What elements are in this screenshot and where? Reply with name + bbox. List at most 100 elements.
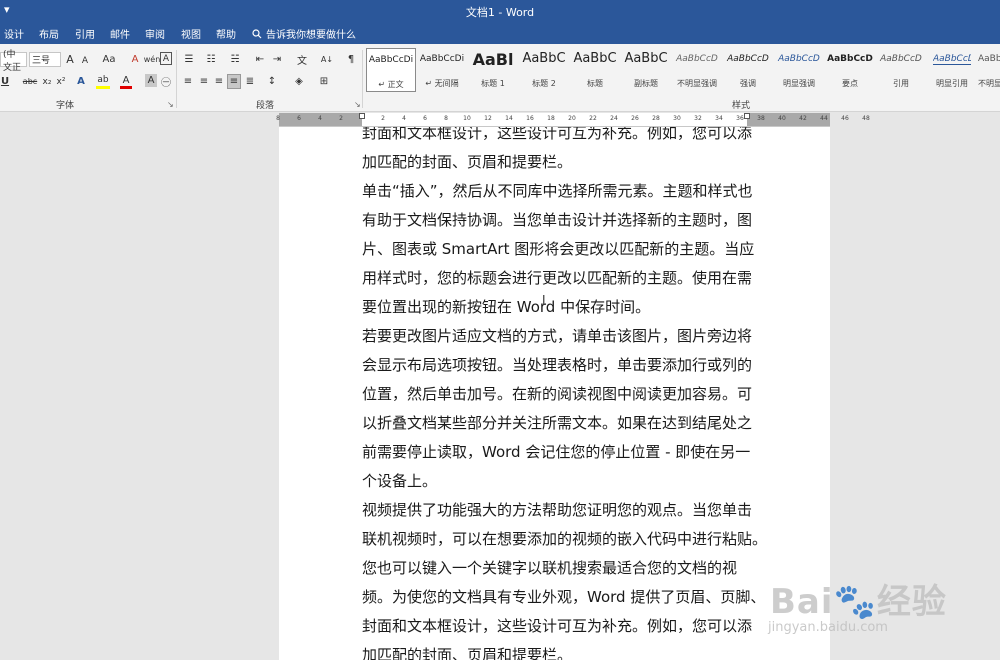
styles-gallery[interactable]: AaBbCcDi ↵ 正文 AaBbCcDi ↵ 无间隔 AaBl 标题 1 A… [366, 48, 1000, 94]
justify-button[interactable]: ≡ [227, 74, 241, 89]
style-subtle-reference[interactable]: AaBbCcD 不明显参 [978, 48, 1000, 92]
style-heading-1[interactable]: AaBl 标题 1 [468, 48, 518, 92]
style-preview: AaBl [472, 50, 514, 69]
highlight-color-button[interactable]: ab [96, 74, 110, 89]
ruler-number: 10 [463, 115, 471, 122]
style-preview: AaBbC [624, 51, 668, 66]
sort-button[interactable]: A↓ [320, 52, 334, 67]
style-intense-emphasis[interactable]: AaBbCcD 明显强调 [774, 48, 824, 92]
grow-font-button[interactable]: A [64, 52, 76, 67]
document-line[interactable]: 封面和文本框设计，这些设计可互为补充。例如，您可以添 [362, 127, 762, 148]
document-body[interactable]: 封面和文本框设计，这些设计可互为补充。例如，您可以添 加匹配的封面、页眉和提要栏。… [362, 127, 767, 660]
align-right-button[interactable]: ≡ [212, 74, 226, 89]
tell-me-label: 告诉我你想要做什么 [266, 30, 356, 41]
document-line[interactable]: 频。为使您的文档具有专业外观，Word 提供了页眉、页脚、 [362, 583, 765, 612]
clear-formatting-button[interactable]: A [128, 52, 142, 67]
char-border-button[interactable]: A [160, 52, 172, 65]
document-line[interactable]: 位置，然后单击加号。在新的阅读视图中阅读更加容易。可 [362, 380, 762, 409]
font-name-dropdown[interactable]: (中文正 [0, 50, 27, 73]
style-preview: AaBbCcD [880, 54, 922, 64]
tab-design[interactable]: 设计 [4, 26, 24, 41]
document-line[interactable]: 若要更改图片适应文档的方式，请单击该图片，图片旁边将 [362, 322, 762, 351]
ruler-number: 4 [318, 115, 322, 122]
style-intense-quote[interactable]: AaBbCcD 明显引用 [927, 48, 977, 92]
tab-review[interactable]: 审阅 [145, 26, 165, 41]
subscript-button[interactable]: x₂ [40, 74, 54, 89]
chinese-layout-button[interactable]: 文 [294, 52, 310, 67]
style-strong[interactable]: AaBbCcD 要点 [825, 48, 875, 92]
document-line[interactable]: 单击“插入”，然后从不同库中选择所需元素。主题和样式也 [362, 177, 762, 206]
center-button[interactable]: ≡ [197, 74, 211, 89]
style-name: 标题 2 [532, 79, 556, 88]
document-line[interactable]: 加匹配的封面、页眉和提要栏。 [362, 148, 762, 177]
style-heading-2[interactable]: AaBbC 标题 2 [519, 48, 569, 92]
style-subtitle[interactable]: AaBbC 副标题 [621, 48, 671, 92]
numbering-button[interactable]: ☷ [203, 52, 219, 67]
ruler-number: 40 [778, 115, 786, 122]
line-spacing-button[interactable]: ↕ [265, 74, 279, 89]
char-shading-button[interactable]: A [145, 74, 157, 87]
phonetic-guide-button[interactable]: wén [144, 52, 161, 67]
word-window: ▾ 文档1 - Word 设计 布局 引用 邮件 审阅 视图 帮助 告诉我你想要… [0, 0, 1000, 660]
document-line[interactable]: 要位置出现的新按钮在 Word 中保存时间。 [362, 293, 762, 322]
align-left-button[interactable]: ≡ [181, 74, 195, 89]
document-line[interactable]: 以折叠文档某些部分并关注所需文本。如果在达到结尾处之 [362, 409, 762, 438]
style-no-spacing[interactable]: AaBbCcDi ↵ 无间隔 [417, 48, 467, 92]
document-line[interactable]: 前需要停止读取，Word 会记住您的停止位置 - 即使在另一 [362, 438, 762, 467]
style-quote[interactable]: AaBbCcD 引用 [876, 48, 926, 92]
shrink-font-button[interactable]: A [79, 54, 91, 67]
first-line-indent-marker[interactable] [359, 113, 365, 119]
enclose-char-button[interactable]: ㊀ [160, 74, 172, 89]
distributed-button[interactable]: ≣ [243, 74, 257, 89]
style-subtle-emphasis[interactable]: AaBbCcD 不明显强调 [672, 48, 722, 92]
document-line[interactable]: 联机视频时，可以在想要添加的视频的嵌入代码中进行粘贴。 [362, 525, 767, 554]
tab-help[interactable]: 帮助 [216, 26, 236, 41]
tab-references[interactable]: 引用 [75, 26, 95, 41]
horizontal-ruler[interactable]: 8 6 4 2 2 4 6 8 10 12 14 16 18 20 22 24 26 28 30 32 34 36 38 40… [276, 113, 870, 127]
increase-indent-button[interactable]: ⇥ [270, 52, 284, 67]
document-line[interactable]: 视频提供了功能强大的方法帮助您证明您的观点。当您单击 [362, 496, 762, 525]
font-size-dropdown[interactable]: 三号 [29, 52, 61, 67]
multilevel-list-button[interactable]: ☵ [227, 52, 243, 67]
document-page[interactable]: 封面和文本框设计，这些设计可互为补充。例如，您可以添 加匹配的封面、页眉和提要栏。… [279, 127, 830, 660]
style-normal[interactable]: AaBbCcDi ↵ 正文 [366, 48, 416, 92]
tab-mailings[interactable]: 邮件 [110, 26, 130, 41]
font-color-button[interactable]: A [120, 74, 132, 89]
strikethrough-button[interactable]: abc [21, 74, 39, 89]
ruler-number: 8 [276, 115, 280, 122]
document-line[interactable]: 用样式时，您的标题会进行更改以匹配新的主题。使用在需 [362, 264, 762, 293]
decrease-indent-button[interactable]: ⇤ [253, 52, 267, 67]
text-effects-button[interactable]: A [74, 74, 88, 89]
ruler-number: 6 [297, 115, 301, 122]
tab-view[interactable]: 视图 [181, 26, 201, 41]
style-emphasis[interactable]: AaBbCcD 强调 [723, 48, 773, 92]
bullets-button[interactable]: ☰ [181, 52, 197, 67]
shading-button[interactable]: ◈ [292, 74, 306, 89]
show-marks-button[interactable]: ¶ [345, 52, 357, 67]
document-line[interactable]: 加匹配的封面、页眉和提要栏。 [362, 641, 762, 660]
ruler-number: 16 [526, 115, 534, 122]
style-title[interactable]: AaBbC 标题 [570, 48, 620, 92]
ruler-number: 36 [736, 115, 744, 122]
superscript-button[interactable]: x² [54, 74, 68, 89]
group-separator [362, 50, 363, 108]
tell-me-search[interactable]: 告诉我你想要做什么 [252, 26, 356, 41]
document-line[interactable]: 有助于文档保持协调。当您单击设计并选择新的主题时，图 [362, 206, 762, 235]
style-name: 副标题 [634, 79, 658, 88]
underline-button[interactable]: U [0, 74, 10, 89]
style-preview: AaBbCcD [727, 54, 769, 64]
ruler-number: 18 [547, 115, 555, 122]
change-case-button[interactable]: Aa [99, 52, 119, 67]
document-line[interactable]: 封面和文本框设计，这些设计可互为补充。例如，您可以添 [362, 612, 762, 641]
ruler-number: 34 [715, 115, 723, 122]
tab-layout[interactable]: 布局 [39, 26, 59, 41]
document-line[interactable]: 您也可以键入一个关键字以联机搜索最适合您的文档的视 [362, 554, 762, 583]
document-line[interactable]: 个设备上。 [362, 467, 762, 496]
right-indent-marker[interactable] [744, 113, 750, 119]
document-line[interactable]: 片、图表或 SmartArt 图形将会更改以匹配新的主题。当应 [362, 235, 762, 264]
document-line[interactable]: 会显示布局选项按钮。当处理表格时，单击要添加行或列的 [362, 351, 762, 380]
borders-button[interactable]: ⊞ [317, 74, 331, 89]
font-dialog-launcher-icon[interactable]: ↘ [167, 100, 174, 109]
watermark-url: jingyan.baidu.com [768, 620, 888, 635]
paragraph-dialog-launcher-icon[interactable]: ↘ [354, 100, 361, 109]
